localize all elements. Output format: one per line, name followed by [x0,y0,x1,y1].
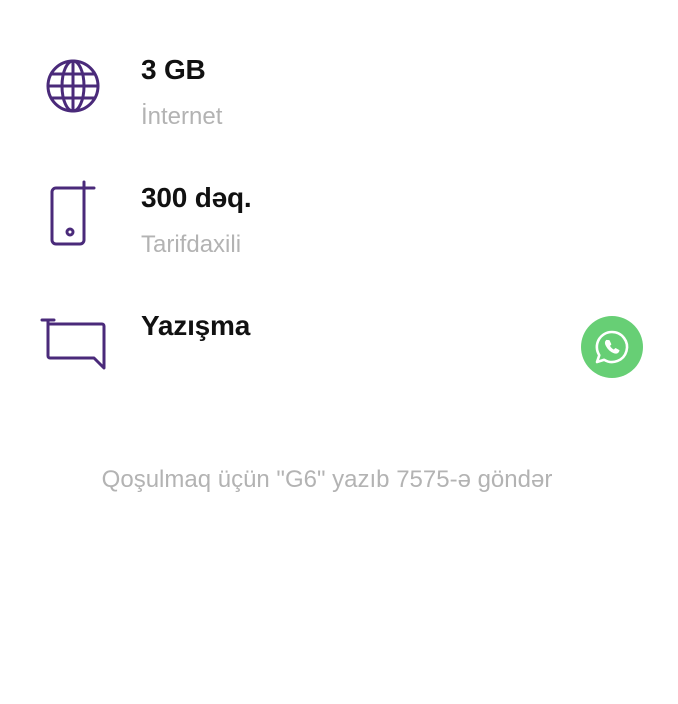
whatsapp-icon[interactable] [581,316,643,378]
chat-bubble-icon [40,308,108,376]
feature-title: 3 GB [141,54,206,85]
feature-subtitle: Tarifdaxili [141,231,242,258]
feature-title: 300 dəq. [141,182,252,213]
feature-subtitle: İnternet [141,103,223,130]
feature-title: Yazışma [141,310,251,341]
globe-icon [40,52,108,120]
phone-icon [40,178,108,246]
subscription-instruction: Qoşulmaq üçün "G6" yazıb 7575-ə göndər [101,466,553,493]
